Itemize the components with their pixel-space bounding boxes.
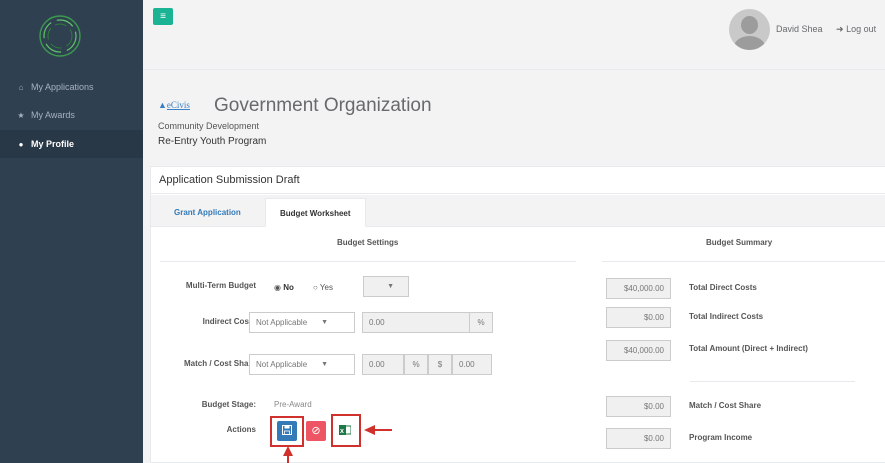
sidebar-item-my-profile[interactable]: ● My Profile xyxy=(0,130,143,158)
summary-subtotal-divider xyxy=(690,381,855,382)
home-icon: ⌂ xyxy=(18,82,24,92)
indirect-costs-select[interactable]: Not Applicable ▼ xyxy=(249,312,355,333)
match-select-value: Not Applicable xyxy=(256,360,308,369)
budget-stage-value: Pre-Award xyxy=(274,400,312,409)
radio-checked-icon: ◉ xyxy=(274,283,281,292)
department-name: Community Development xyxy=(158,121,260,131)
radio-unchecked-icon: ○ xyxy=(313,283,318,292)
chevron-down-icon: ▼ xyxy=(387,283,394,290)
user-name[interactable]: David Shea xyxy=(776,24,823,34)
budget-stage-label: Budget Stage: xyxy=(201,400,256,409)
sidebar-item-label: My Profile xyxy=(31,139,75,149)
hamburger-icon: ≡ xyxy=(160,11,166,22)
excel-icon: x xyxy=(339,425,352,436)
budget-summary-title: Budget Summary xyxy=(706,238,773,247)
save-button[interactable] xyxy=(277,421,297,441)
total-indirect-costs-value: $0.00 xyxy=(606,307,671,328)
sidebar-item-my-awards[interactable]: ★ My Awards xyxy=(0,101,143,129)
sidebar-item-label: My Awards xyxy=(31,110,75,120)
arrow-head-up-icon xyxy=(283,446,293,456)
ecivis-logo-icon: ▲ xyxy=(158,100,167,110)
tab-grant-application[interactable]: Grant Application xyxy=(160,198,255,227)
chevron-down-icon: ▼ xyxy=(321,361,328,368)
program-income-label: Program Income xyxy=(689,433,753,442)
radio-yes[interactable]: ○ Yes xyxy=(313,283,333,292)
term-select[interactable]: ▼ xyxy=(363,276,409,297)
radio-no[interactable]: ◉ No xyxy=(274,283,294,292)
svg-text:x: x xyxy=(340,428,344,435)
annotation-arrow-up xyxy=(287,455,289,463)
total-direct-costs-value: $40,000.00 xyxy=(606,278,671,299)
ring-logo-icon xyxy=(39,15,81,57)
ban-icon: ⊘ xyxy=(311,425,321,437)
cancel-button[interactable]: ⊘ xyxy=(306,421,326,441)
program-name: Re-Entry Youth Program xyxy=(158,136,267,147)
indirect-select-value: Not Applicable xyxy=(256,318,308,327)
annotation-arrow-left xyxy=(374,429,392,431)
percent-addon: % xyxy=(469,312,493,333)
sidebar: ⌂ My Applications ★ My Awards ● My Profi… xyxy=(0,0,143,463)
summary-divider xyxy=(602,261,885,262)
arrow-head-left-icon xyxy=(364,425,375,435)
match-cost-share-label: Match / Cost Share xyxy=(183,359,256,368)
ecivis-logo: ▲eCivis xyxy=(158,100,190,110)
program-income-value: $0.00 xyxy=(606,428,671,449)
match-cost-share-summary-label: Match / Cost Share xyxy=(689,401,762,410)
match-dollar-addon: $ xyxy=(428,354,452,375)
actions-label: Actions xyxy=(226,425,256,434)
top-navbar: ≡ David Shea ➜ Log out xyxy=(143,0,885,70)
trophy-icon: ★ xyxy=(17,110,25,120)
match-cost-share-select[interactable]: Not Applicable ▼ xyxy=(249,354,355,375)
tab-budget-worksheet[interactable]: Budget Worksheet xyxy=(265,198,366,227)
floppy-disk-icon xyxy=(282,425,292,436)
settings-divider xyxy=(160,261,576,262)
sidebar-item-label: My Applications xyxy=(31,82,94,92)
total-amount-label: Total Amount (Direct + Indirect) xyxy=(689,344,808,353)
match-percent-addon: % xyxy=(404,354,428,375)
match-percent-input[interactable]: 0.00 xyxy=(362,354,404,375)
sidebar-item-my-applications[interactable]: ⌂ My Applications xyxy=(0,73,143,101)
organization-name: Government Organization xyxy=(214,95,432,116)
tab-bar: Grant Application Budget Worksheet xyxy=(151,195,885,227)
indirect-costs-input[interactable]: 0.00 xyxy=(362,312,470,333)
user-icon: ● xyxy=(18,139,24,149)
logout-link[interactable]: ➜ Log out xyxy=(836,24,876,35)
total-direct-costs-label: Total Direct Costs xyxy=(689,283,757,292)
total-amount-value: $40,000.00 xyxy=(606,340,671,361)
avatar[interactable] xyxy=(729,9,770,50)
hamburger-menu-button[interactable]: ≡ xyxy=(153,8,173,25)
logout-icon: ➜ xyxy=(836,24,844,34)
chevron-down-icon: ▼ xyxy=(321,319,328,326)
export-excel-button[interactable]: x xyxy=(335,421,355,441)
total-indirect-costs-label: Total Indirect Costs xyxy=(689,312,764,321)
budget-settings-title: Budget Settings xyxy=(337,238,399,247)
multi-term-label: Multi-Term Budget xyxy=(185,281,256,290)
match-amount-input[interactable]: 0.00 xyxy=(452,354,492,375)
panel-title: Application Submission Draft xyxy=(151,167,885,194)
indirect-costs-label: Indirect Costs xyxy=(202,317,256,326)
logout-label: Log out xyxy=(846,24,877,34)
match-cost-share-value: $0.00 xyxy=(606,396,671,417)
